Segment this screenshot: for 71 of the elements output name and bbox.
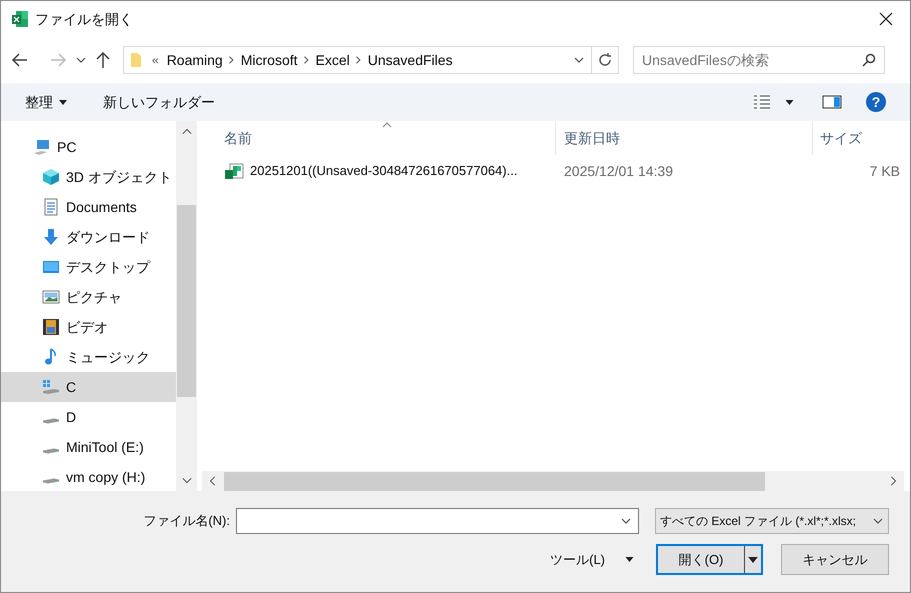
column-header[interactable]: サイズ xyxy=(813,121,904,155)
sidebar-item[interactable]: ダウンロード xyxy=(1,222,176,252)
sidebar-item[interactable]: MiniTool (E:) xyxy=(1,432,176,462)
back-arrow-icon[interactable] xyxy=(11,51,29,69)
scrollbar-thumb[interactable] xyxy=(224,472,765,490)
sidebar-item[interactable]: C xyxy=(1,372,176,402)
preview-pane-icon[interactable] xyxy=(822,94,842,110)
sidebar-item[interactable]: PC xyxy=(1,132,176,162)
size-cell-text: 7 KB xyxy=(868,162,901,180)
sidebar-item[interactable]: ビデオ xyxy=(1,312,176,342)
sidebar-item[interactable]: デスクトップ xyxy=(1,252,176,282)
overflow-marker[interactable]: « xyxy=(152,51,159,69)
caret-down-icon[interactable] xyxy=(748,556,758,562)
sidebar-item[interactable]: ミュージック xyxy=(1,342,176,372)
help-button[interactable]: ? xyxy=(866,92,886,112)
drive-icon xyxy=(42,478,60,484)
sidebar-item[interactable]: Documents xyxy=(1,192,176,222)
window-title: ファイルを開く xyxy=(35,10,134,28)
scroll-down-icon[interactable] xyxy=(182,475,192,485)
column-header[interactable]: 名前 xyxy=(202,121,556,155)
drive-icon xyxy=(42,448,60,454)
sidebar-item[interactable]: vm copy (H:) xyxy=(1,462,176,491)
cube-icon xyxy=(42,168,60,186)
search-icon[interactable] xyxy=(862,53,876,67)
open-button[interactable]: 開く(O) xyxy=(656,544,763,575)
desktop-icon xyxy=(42,258,60,276)
caret-down-icon xyxy=(625,557,634,562)
breadcrumb-item[interactable]: Excel xyxy=(316,50,350,70)
folder-icon xyxy=(130,52,142,68)
search-input[interactable]: UnsavedFilesの検索 xyxy=(642,50,862,70)
scrollbar-thumb[interactable] xyxy=(177,205,196,397)
close-icon[interactable] xyxy=(878,11,894,27)
drive-icon xyxy=(42,418,60,424)
down-arrow-icon xyxy=(42,228,60,246)
caret-down-icon[interactable] xyxy=(785,100,794,104)
spreadsheet-file-icon xyxy=(224,162,244,180)
modified-cell-text: 2025/12/01 14:39 xyxy=(563,162,674,180)
computer-icon xyxy=(33,138,51,156)
scroll-right-icon[interactable] xyxy=(888,476,898,486)
search-field[interactable]: UnsavedFilesの検索 xyxy=(633,46,885,74)
vertical-scrollbar[interactable] xyxy=(176,121,197,491)
spreadsheet-app-icon xyxy=(11,10,29,28)
refresh-icon[interactable] xyxy=(597,52,613,68)
organize-button[interactable]: 整理 xyxy=(25,92,67,112)
up-arrow-icon[interactable] xyxy=(95,51,111,69)
details-view-icon[interactable] xyxy=(753,94,771,110)
caret-down-icon xyxy=(59,100,67,104)
tools-button[interactable]: ツール(L) xyxy=(550,550,634,570)
scroll-up-icon[interactable] xyxy=(182,127,192,137)
breadcrumb-item[interactable]: Microsoft xyxy=(240,50,298,70)
new-folder-button[interactable]: 新しいフォルダー xyxy=(103,92,215,112)
sort-up-icon xyxy=(382,122,392,128)
scroll-left-icon[interactable] xyxy=(208,476,218,486)
sidebar-item[interactable]: ピクチャ xyxy=(1,282,176,312)
breadcrumb-item[interactable]: UnsavedFiles xyxy=(368,50,453,70)
document-icon xyxy=(42,198,60,216)
landscape-picture-icon xyxy=(42,288,60,306)
sidebar-item[interactable]: 3D オブジェクト xyxy=(1,162,176,192)
file-name-field[interactable] xyxy=(236,508,639,534)
system-drive-icon xyxy=(42,378,60,396)
file-row[interactable]: 20251201((Unsaved-304847261670577064)... 2025/12/01 14:39 7 KB xyxy=(202,159,904,183)
column-header[interactable]: 更新日時 xyxy=(556,121,813,155)
file-name-cell-text: 20251201((Unsaved-304847261670577064)... xyxy=(250,162,518,180)
horizontal-scrollbar[interactable] xyxy=(202,471,904,491)
cancel-button[interactable]: キャンセル xyxy=(781,544,889,575)
sidebar-item[interactable]: D xyxy=(1,402,176,432)
film-icon xyxy=(42,318,60,336)
file-name-label: ファイル名(N): xyxy=(143,512,230,530)
file-type-dropdown[interactable]: すべての Excel ファイル (*.xl*;*.xlsx; xyxy=(655,508,889,534)
address-bar[interactable]: « Roaming Microsoft Excel UnsavedFiles xyxy=(123,46,619,74)
breadcrumb-item[interactable]: Roaming xyxy=(166,50,223,70)
